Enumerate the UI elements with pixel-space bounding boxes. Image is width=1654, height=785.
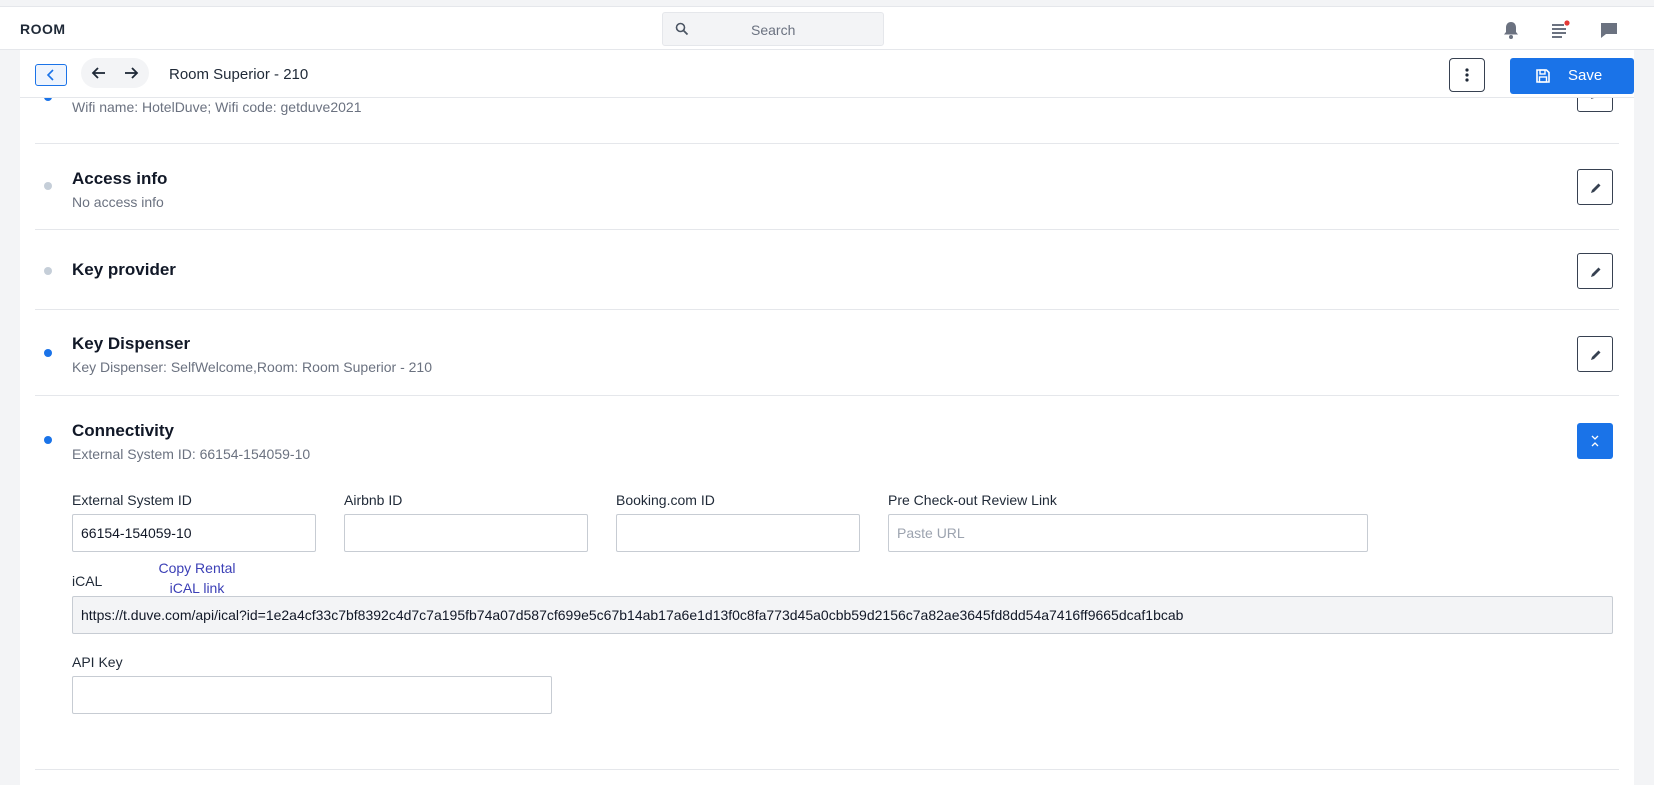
search-box[interactable]: Search <box>662 12 884 46</box>
arrow-right-icon[interactable] <box>123 65 139 81</box>
room-details-panel: Wifi name: HotelDuve; Wifi code: getduve… <box>20 98 1634 785</box>
copy-ical-link[interactable]: Copy Rental iCAL link <box>142 558 252 598</box>
booking-id-label: Booking.com ID <box>616 492 715 508</box>
notes-icon[interactable] <box>1549 19 1571 41</box>
status-dot <box>44 182 52 190</box>
more-vertical-icon <box>1465 68 1469 82</box>
status-dot <box>44 98 52 101</box>
status-dot <box>44 436 52 444</box>
section-title: Access info <box>72 169 168 188</box>
section-key-provider: Key provider <box>35 230 1619 310</box>
section-wifi: Wifi name: HotelDuve; Wifi code: getduve… <box>35 98 1619 144</box>
api-key-label: API Key <box>72 654 123 670</box>
edit-button[interactable] <box>1577 169 1613 205</box>
booking-id-input[interactable] <box>616 514 860 552</box>
search-icon <box>675 22 689 36</box>
save-label: Save <box>1568 67 1603 84</box>
status-dot <box>44 267 52 275</box>
search-placeholder: Search <box>751 22 796 38</box>
app-brand: ROOM <box>20 21 66 37</box>
section-title: Key provider <box>72 260 176 279</box>
section-subtitle: No access info <box>72 194 164 210</box>
back-button[interactable] <box>35 64 67 86</box>
external-system-id-label: External System ID <box>72 492 192 508</box>
edit-button[interactable] <box>1577 336 1613 372</box>
airbnb-id-input[interactable] <box>344 514 588 552</box>
edit-button[interactable] <box>1577 98 1613 112</box>
bell-icon[interactable] <box>1500 19 1522 41</box>
airbnb-id-label: Airbnb ID <box>344 492 403 508</box>
save-button[interactable]: Save <box>1510 58 1634 94</box>
pencil-icon <box>1591 350 1601 360</box>
section-access-info: Access info No access info <box>35 144 1619 230</box>
external-system-id-input[interactable] <box>72 514 316 552</box>
review-link-label: Pre Check-out Review Link <box>888 492 1057 508</box>
arrow-left-icon[interactable] <box>91 65 107 81</box>
section-connectivity: Connectivity External System ID: 66154-1… <box>35 396 1619 770</box>
chevron-left-icon <box>46 69 54 81</box>
pencil-icon <box>1591 183 1601 193</box>
record-nav <box>81 58 149 88</box>
review-link-input[interactable] <box>888 514 1368 552</box>
collapse-icon <box>1591 435 1599 447</box>
section-subtitle: Wifi name: HotelDuve; Wifi code: getduve… <box>72 99 362 115</box>
ical-url-input[interactable] <box>72 596 1613 634</box>
section-title: Key Dispenser <box>72 334 191 353</box>
api-key-input[interactable] <box>72 676 552 714</box>
save-icon <box>1536 69 1550 83</box>
more-options-button[interactable] <box>1449 58 1485 92</box>
collapse-button[interactable] <box>1577 423 1613 459</box>
record-header: Room Superior - 210 Save <box>20 50 1634 98</box>
pencil-icon <box>1591 98 1594 99</box>
section-subtitle: Key Dispenser: SelfWelcome,Room: Room Su… <box>72 359 433 375</box>
top-bar: ROOM Search <box>0 6 1654 50</box>
section-subtitle: External System ID: 66154-154059-10 <box>72 446 311 462</box>
section-title: Connectivity <box>72 421 175 440</box>
edit-button[interactable] <box>1577 253 1613 289</box>
ical-label: iCAL <box>72 573 103 589</box>
section-key-dispenser: Key Dispenser Key Dispenser: SelfWelcome… <box>35 310 1619 396</box>
pencil-icon <box>1591 267 1601 277</box>
status-dot <box>44 349 52 357</box>
chat-icon[interactable] <box>1598 19 1620 41</box>
page-title: Room Superior - 210 <box>169 66 309 83</box>
